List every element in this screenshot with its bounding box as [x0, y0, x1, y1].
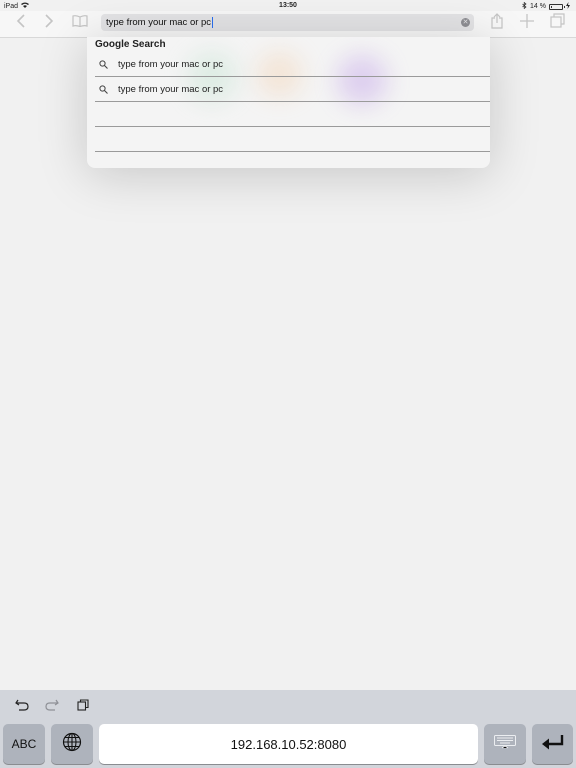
- text-caret: [212, 16, 214, 28]
- charging-icon: [566, 2, 570, 11]
- suggestion-item-empty[interactable]: [95, 102, 490, 127]
- address-bar[interactable]: type from your mac or pc ✕: [101, 14, 474, 31]
- keyboard-icon: [494, 734, 516, 754]
- abc-key[interactable]: ABC: [3, 724, 45, 764]
- tabs-button[interactable]: [548, 13, 566, 33]
- new-tab-button[interactable]: [518, 13, 536, 33]
- battery-icon: [549, 3, 565, 10]
- status-right: 14 %: [522, 1, 570, 11]
- clock: 13:50: [279, 2, 297, 9]
- bookmarks-button[interactable]: [70, 14, 90, 32]
- search-icon: [99, 59, 108, 69]
- clear-text-button[interactable]: ✕: [461, 18, 470, 27]
- browser-toolbar: type from your mac or pc ✕: [0, 11, 576, 38]
- tabs-icon: [549, 13, 565, 33]
- forward-button[interactable]: [40, 13, 58, 33]
- keyboard-accessory: ABC 192.168.10.52:8080: [0, 690, 576, 768]
- clear-x-icon: ✕: [462, 19, 469, 26]
- search-suggestions-panel: Google Search type from your mac or pc t…: [87, 37, 490, 168]
- server-address: 192.168.10.52:8080: [230, 736, 347, 752]
- suggestion-item[interactable]: type from your mac or pc: [95, 77, 490, 102]
- address-text: type from your mac or pc: [106, 17, 212, 28]
- clipboard-icon: [77, 698, 89, 716]
- share-icon: [491, 12, 503, 34]
- globe-key[interactable]: [51, 724, 93, 764]
- redo-icon: [45, 698, 59, 716]
- abc-key-label: ABC: [11, 737, 37, 751]
- address-input[interactable]: type from your mac or pc: [106, 16, 214, 28]
- bluetooth-icon: [522, 1, 527, 11]
- share-button[interactable]: [488, 12, 506, 34]
- book-icon: [72, 14, 88, 32]
- globe-icon: [62, 732, 82, 757]
- back-button[interactable]: [12, 13, 30, 33]
- plus-icon: [520, 13, 534, 33]
- suggestions-header: Google Search: [95, 39, 166, 50]
- keyboard-toggle-key[interactable]: [484, 724, 526, 764]
- chevron-right-icon: [44, 13, 54, 33]
- suggestion-text: type from your mac or pc: [118, 83, 224, 95]
- suggestion-item[interactable]: type from your mac or pc: [95, 52, 490, 77]
- undo-button[interactable]: [15, 698, 29, 716]
- search-icon: [99, 84, 108, 94]
- return-key[interactable]: [532, 724, 573, 764]
- chevron-left-icon: [16, 13, 26, 33]
- suggestion-item-empty[interactable]: [95, 127, 490, 152]
- return-icon: [541, 734, 565, 755]
- battery-percent: 14 %: [530, 3, 546, 10]
- redo-button[interactable]: [45, 698, 59, 716]
- address-key[interactable]: 192.168.10.52:8080: [99, 724, 478, 764]
- battery-fill: [551, 5, 553, 8]
- undo-icon: [15, 698, 29, 716]
- paste-button[interactable]: [76, 698, 90, 716]
- suggestion-text: type from your mac or pc: [118, 58, 224, 70]
